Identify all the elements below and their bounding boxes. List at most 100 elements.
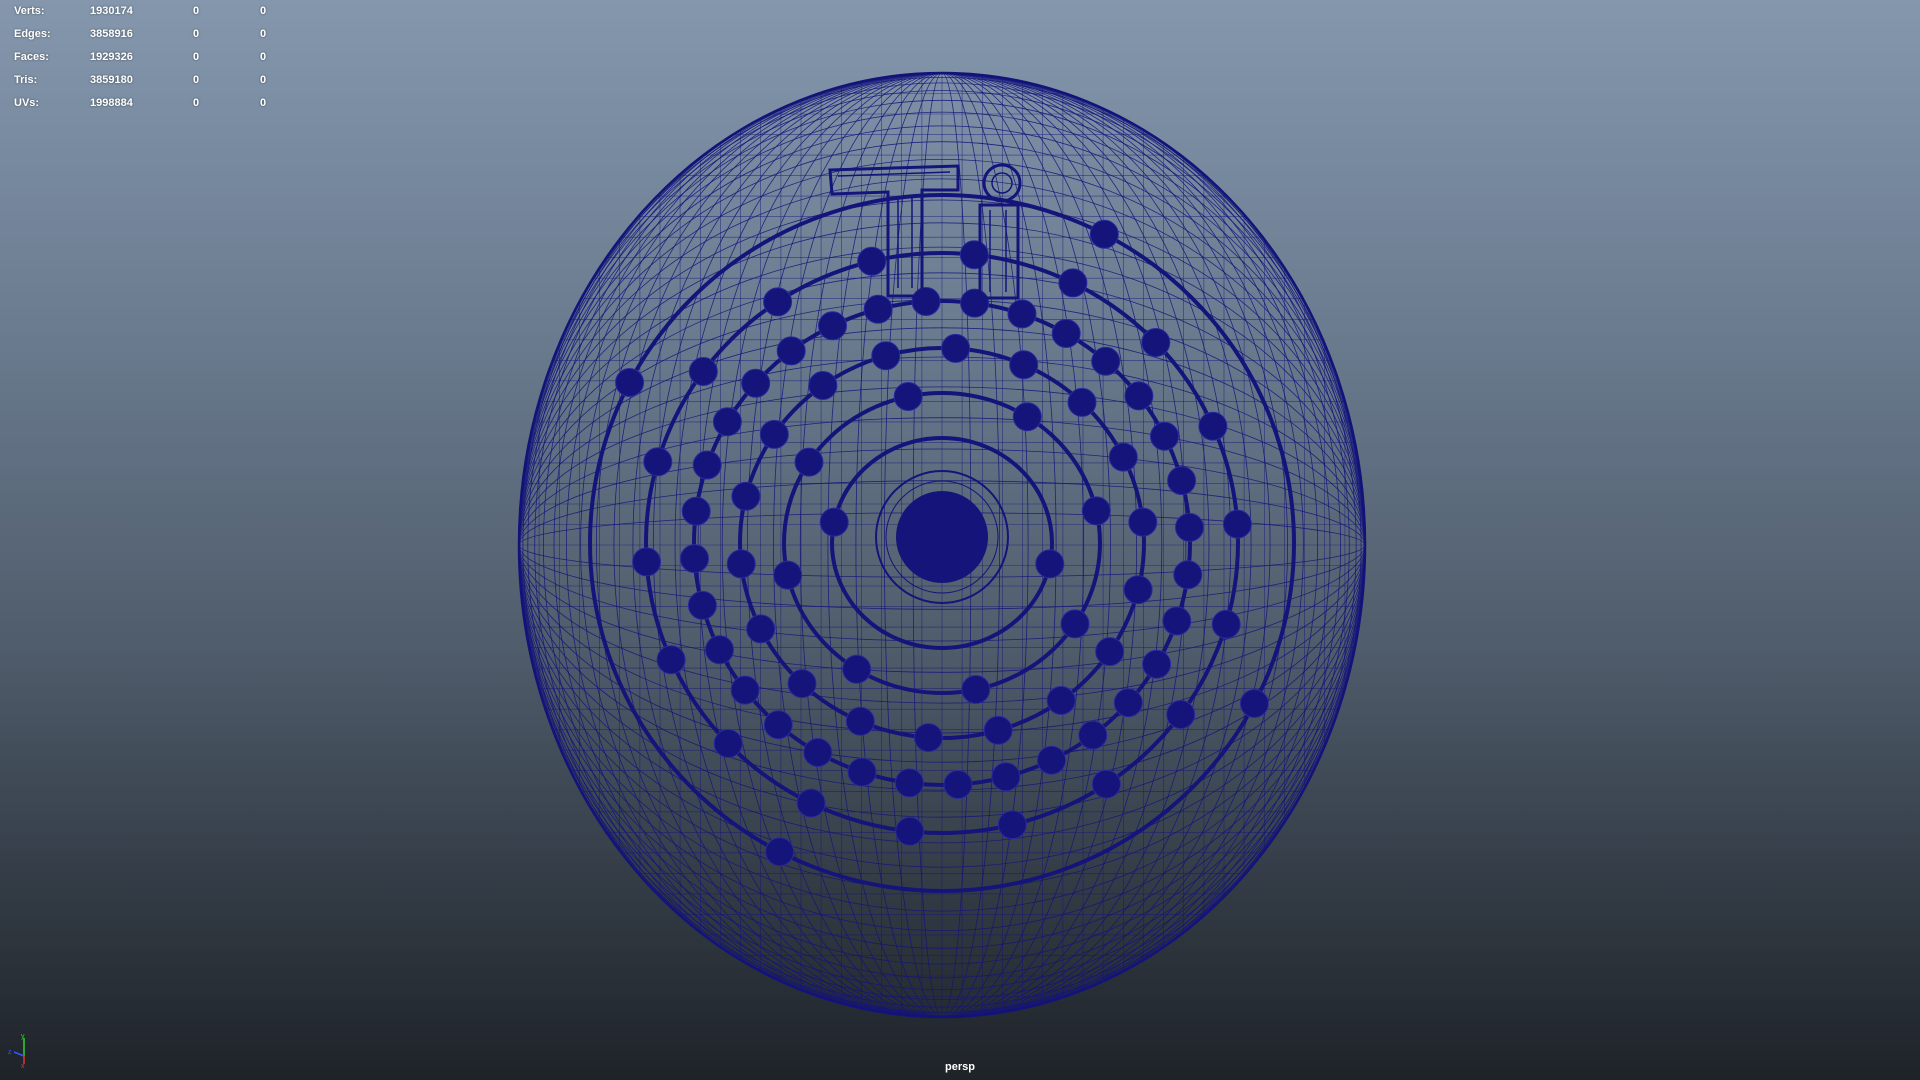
hud-selected: 0 [193, 97, 200, 109]
electron [1091, 769, 1121, 799]
electron [1095, 637, 1125, 667]
electron [960, 288, 990, 318]
axis-z-label: z [8, 1049, 12, 1056]
electron [731, 481, 761, 511]
hud-selected: 0 [193, 5, 200, 17]
electron [871, 341, 901, 371]
electron [1150, 421, 1179, 451]
electron [787, 669, 817, 699]
electron [759, 419, 789, 449]
letter-i-detail [989, 210, 1007, 292]
hud-total: 1998884 [90, 97, 133, 109]
hud-row-tris: Tris: 3859180 0 0 [14, 73, 274, 96]
hud-component: 0 [260, 74, 267, 86]
electron [1198, 411, 1228, 441]
electron [1091, 346, 1121, 376]
electron [894, 768, 924, 798]
hud-row-verts: Verts: 1930174 0 0 [14, 4, 274, 27]
nucleus-core [896, 491, 988, 583]
electron [712, 407, 742, 437]
electron [796, 788, 826, 818]
hud-label: UVs: [14, 97, 40, 109]
electron [842, 654, 872, 684]
electron [1239, 689, 1269, 718]
electron [730, 675, 760, 705]
hud-selected: 0 [193, 51, 200, 63]
electron [1067, 387, 1097, 417]
axis-x-line [13, 1051, 25, 1057]
electron [632, 547, 662, 577]
hud-row-uvs: UVs: 1998884 0 0 [14, 96, 274, 119]
axis-y-label: y [21, 1033, 25, 1040]
3d-viewport[interactable]: Verts: 1930174 0 0 Edges: 3858916 0 0 Fa… [0, 0, 1920, 1080]
electron [997, 810, 1027, 840]
hud-label: Verts: [14, 5, 45, 17]
hud-label: Faces: [14, 51, 49, 63]
hud-label: Tris: [14, 74, 38, 86]
electron [1123, 575, 1153, 605]
electron [913, 723, 943, 753]
poly-count-hud: Verts: 1930174 0 0 Edges: 3858916 0 0 Fa… [14, 4, 274, 119]
electron [1173, 560, 1203, 590]
electron [847, 757, 877, 787]
electron [1078, 720, 1108, 750]
electron [656, 645, 686, 675]
hud-total: 3859180 [90, 74, 133, 86]
electron [1009, 350, 1039, 380]
electron [1108, 442, 1138, 472]
electron [818, 311, 847, 341]
electron [741, 368, 771, 398]
electron [726, 549, 756, 579]
electron [1035, 549, 1065, 579]
electron [643, 447, 673, 477]
electron [911, 287, 941, 316]
electron [763, 710, 793, 740]
electron [1222, 509, 1252, 539]
camera-name-label: persp [945, 1061, 975, 1073]
electron [1141, 328, 1171, 357]
electron [895, 816, 925, 846]
hud-total: 1930174 [90, 5, 133, 17]
electron [863, 294, 893, 324]
electron [1060, 609, 1090, 639]
electron [746, 614, 776, 644]
electron [1037, 745, 1066, 775]
electron [773, 560, 803, 590]
hud-total: 1929326 [90, 51, 133, 63]
electron [1167, 466, 1197, 496]
electron [961, 675, 991, 704]
electron [680, 544, 709, 574]
hud-row-edges: Edges: 3858916 0 0 [14, 27, 274, 50]
electron [943, 770, 973, 799]
electron [615, 368, 645, 397]
electron [941, 333, 971, 363]
hud-total: 3858916 [90, 28, 133, 40]
electron [1081, 496, 1111, 526]
electron [808, 371, 838, 400]
electron [1142, 649, 1172, 679]
hud-selected: 0 [193, 74, 200, 86]
hud-component: 0 [260, 51, 267, 63]
electron [845, 706, 875, 736]
electron [681, 496, 711, 526]
hud-component: 0 [260, 5, 267, 17]
electron [1175, 512, 1204, 542]
electron [983, 715, 1013, 745]
electron [1124, 381, 1154, 411]
electron [1007, 299, 1037, 329]
electron [1166, 700, 1196, 729]
electron [1113, 688, 1143, 718]
wireframe-mesh[interactable] [0, 0, 1920, 1080]
letter-i-dot-inner [991, 172, 1013, 194]
electron [1162, 606, 1192, 636]
electron [763, 287, 793, 317]
electron [688, 357, 718, 386]
hud-selected: 0 [193, 28, 200, 40]
hud-component: 0 [260, 28, 267, 40]
electron [692, 450, 722, 480]
electron [857, 246, 887, 276]
letter-i-dot [982, 163, 1022, 203]
electron [687, 590, 717, 620]
electron [776, 336, 806, 366]
electron [794, 447, 824, 477]
